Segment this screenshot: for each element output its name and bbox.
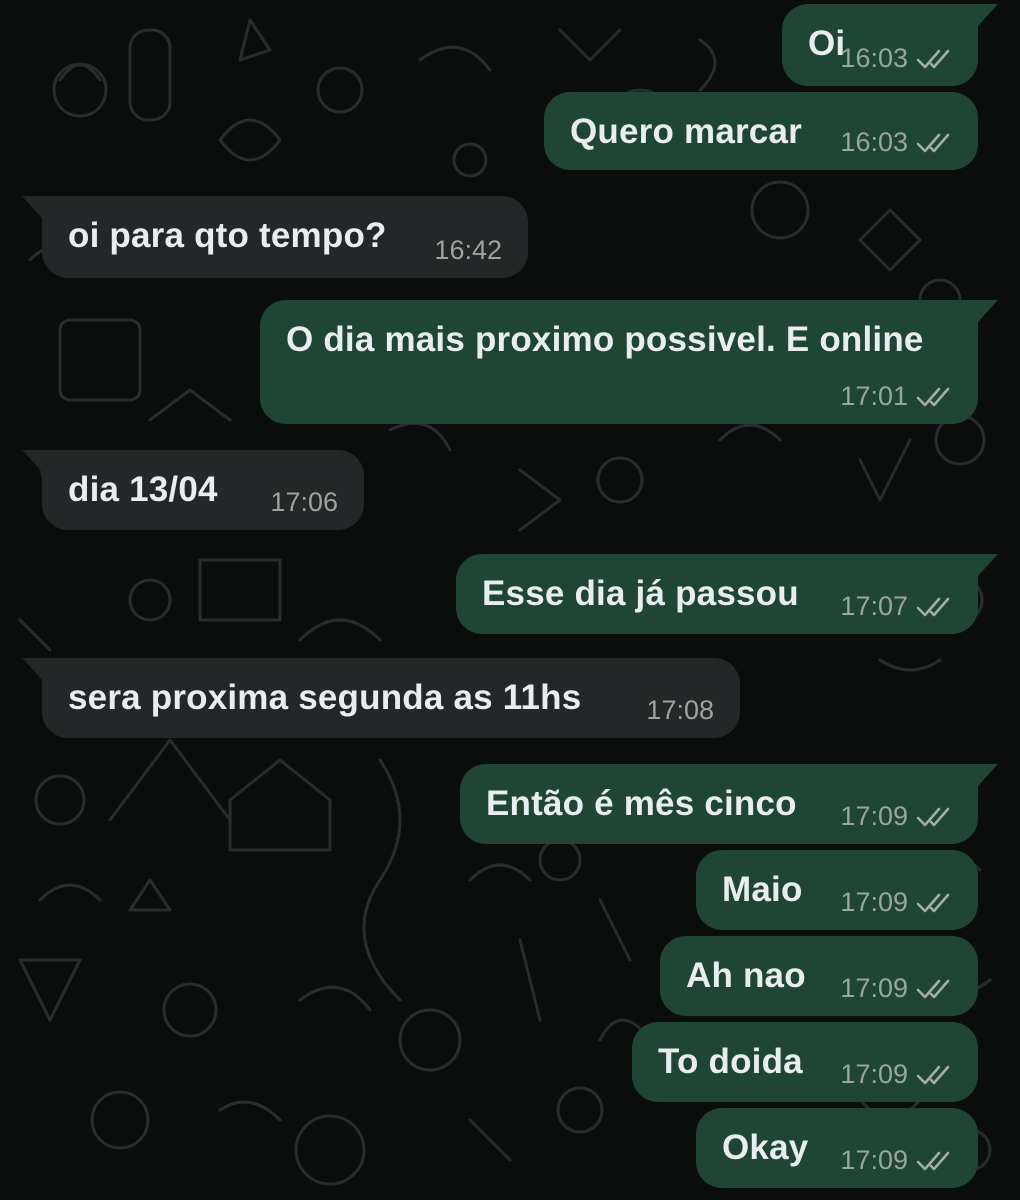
message-meta: 17:09 <box>840 973 954 1004</box>
read-ticks-icon <box>916 597 950 616</box>
read-ticks-icon <box>916 133 950 152</box>
message-bubble-outgoing[interactable]: Quero marcar 16:03 <box>544 92 978 170</box>
message-time: 17:08 <box>646 695 714 725</box>
message-text: Quero marcar <box>570 112 802 151</box>
read-ticks-icon <box>916 1065 950 1084</box>
message-time: 17:09 <box>840 1145 908 1175</box>
message-time: 16:03 <box>840 127 908 157</box>
read-ticks-icon <box>916 893 950 912</box>
message-bubble-outgoing[interactable]: Ah nao 17:09 <box>660 936 978 1016</box>
message-time: 17:09 <box>840 973 908 1003</box>
message-time: 17:06 <box>270 487 338 517</box>
read-ticks-icon <box>916 807 950 826</box>
message-meta: 16:03 <box>840 127 954 158</box>
message-bubble-incoming[interactable]: sera proxima segunda as 11hs 17:08 <box>22 658 740 738</box>
message-bubble-incoming[interactable]: dia 13/04 17:06 <box>22 450 364 530</box>
message-bubble-outgoing[interactable]: Oi 16:03 <box>782 4 998 86</box>
message-text: Maio <box>722 870 803 909</box>
message-text: sera proxima segunda as 11hs <box>68 678 582 717</box>
message-time: 17:09 <box>840 887 908 917</box>
read-ticks-icon <box>916 979 950 998</box>
message-bubble-outgoing[interactable]: Então é mês cinco 17:09 <box>460 764 998 844</box>
read-ticks-icon <box>916 1151 950 1170</box>
message-bubble-outgoing[interactable]: Okay 17:09 <box>696 1108 978 1188</box>
message-text: Okay <box>722 1128 809 1167</box>
message-time: 16:03 <box>840 43 908 73</box>
message-text: O dia mais proximo possivel. E online <box>286 320 924 359</box>
chat-background: Oi 16:03 Quero marcar 16:03 oi para qto … <box>0 0 1020 1200</box>
message-time: 17:09 <box>840 1059 908 1089</box>
message-text: Esse dia já passou <box>482 574 799 613</box>
message-meta: 17:08 <box>646 695 714 726</box>
message-text: To doida <box>658 1042 803 1081</box>
message-bubble-outgoing[interactable]: Maio 17:09 <box>696 850 978 930</box>
message-text: dia 13/04 <box>68 470 218 509</box>
message-bubble-incoming[interactable]: oi para qto tempo? 16:42 <box>22 196 528 278</box>
message-meta: 17:06 <box>270 487 338 518</box>
message-meta: 17:09 <box>840 1145 954 1176</box>
message-bubble-outgoing[interactable]: O dia mais proximo possivel. E online 17… <box>260 300 998 424</box>
message-text: Ah nao <box>686 956 806 995</box>
read-ticks-icon <box>916 387 950 406</box>
message-meta: 17:07 <box>840 591 954 622</box>
message-meta: 16:03 <box>840 43 954 74</box>
message-meta: 16:42 <box>434 235 502 266</box>
message-meta: 17:09 <box>840 887 954 918</box>
message-time: 16:42 <box>434 235 502 265</box>
message-time: 17:09 <box>840 801 908 831</box>
message-meta: 17:09 <box>840 801 954 832</box>
message-text: Então é mês cinco <box>486 784 797 823</box>
message-bubble-outgoing[interactable]: Esse dia já passou 17:07 <box>456 554 998 634</box>
message-text: oi para qto tempo? <box>68 216 387 255</box>
read-ticks-icon <box>916 49 950 68</box>
message-time: 17:07 <box>840 591 908 621</box>
message-bubble-outgoing[interactable]: To doida 17:09 <box>632 1022 978 1102</box>
message-meta: 17:09 <box>840 1059 954 1090</box>
message-time: 17:01 <box>840 381 908 411</box>
message-meta: 17:01 <box>840 381 954 412</box>
